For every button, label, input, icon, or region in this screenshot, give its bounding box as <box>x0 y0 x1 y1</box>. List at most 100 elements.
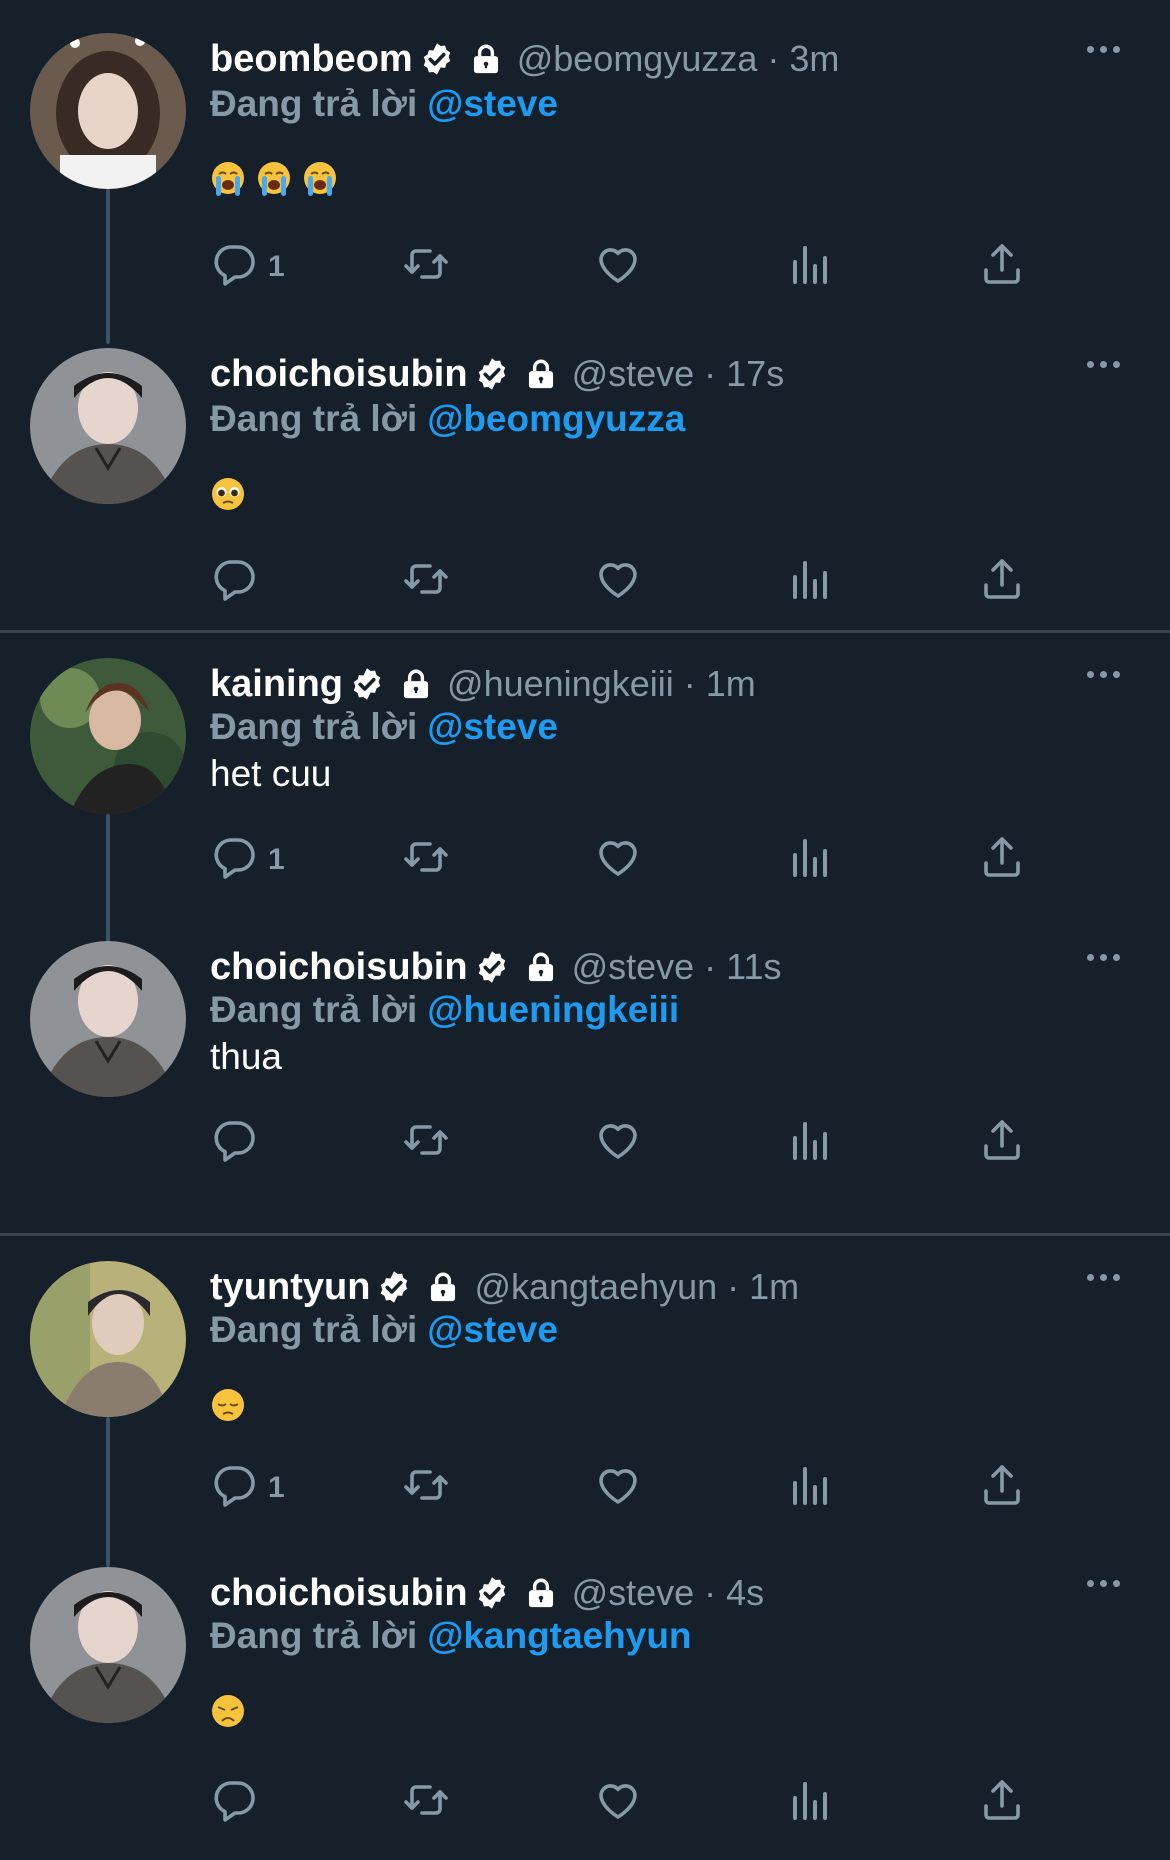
mention-link[interactable]: @steve <box>427 706 558 747</box>
more-options-icon[interactable] <box>1087 1580 1120 1587</box>
reply-count: 1 <box>268 1470 285 1504</box>
handle[interactable]: @steve <box>572 353 695 395</box>
retweet-icon <box>402 1461 450 1514</box>
tweet-emoji <box>210 475 246 513</box>
tweet-emoji <box>210 160 338 198</box>
views-button[interactable] <box>786 1461 834 1514</box>
reply-icon <box>210 1461 258 1514</box>
separator-dot: · <box>704 1572 717 1613</box>
avatar-kaining[interactable] <box>30 658 186 814</box>
views-button[interactable] <box>786 240 834 293</box>
views-button[interactable] <box>786 1776 834 1829</box>
reply-button[interactable]: 1 <box>210 833 285 886</box>
tweet[interactable]: choichoisubin @steve · 4s Đang trả lời @k… <box>0 1551 1170 1855</box>
lock-icon <box>524 950 558 984</box>
timestamp[interactable]: 3m <box>789 38 839 80</box>
display-name[interactable]: choichoisubin <box>210 1572 468 1615</box>
timestamp[interactable]: 1m <box>749 1266 799 1308</box>
tweet-text: thua <box>210 1036 283 1077</box>
views-icon <box>786 833 834 886</box>
replying-to: Đang trả lời @beomgyuzza <box>210 398 685 440</box>
separator-dot: · <box>683 663 696 704</box>
display-name[interactable]: choichoisubin <box>210 946 468 989</box>
views-button[interactable] <box>786 555 834 608</box>
views-icon <box>786 555 834 608</box>
handle[interactable]: @beomgyuzza <box>517 38 758 80</box>
like-button[interactable] <box>594 1461 642 1514</box>
separator-dot: · <box>704 946 717 987</box>
tweet[interactable]: choichoisubin @steve · 17s Đang trả lời @… <box>0 315 1170 630</box>
mention-link[interactable]: @beomgyuzza <box>427 398 685 439</box>
like-button[interactable] <box>594 240 642 293</box>
heart-icon <box>594 1776 642 1829</box>
share-button[interactable] <box>978 240 1026 293</box>
reply-button[interactable] <box>210 1116 268 1169</box>
more-options-icon[interactable] <box>1087 954 1120 961</box>
timestamp[interactable]: 4s <box>726 1572 764 1614</box>
share-button[interactable] <box>978 1461 1026 1514</box>
views-button[interactable] <box>786 833 834 886</box>
reply-button[interactable]: 1 <box>210 240 285 293</box>
separator-dot: · <box>704 353 717 394</box>
separator-dot: · <box>727 1266 740 1307</box>
mention-link[interactable]: @steve <box>427 1309 558 1350</box>
retweet-icon <box>402 1776 450 1829</box>
handle[interactable]: @steve <box>572 946 695 988</box>
handle[interactable]: @hueningkeiii <box>447 663 674 705</box>
retweet-button[interactable] <box>402 1461 450 1514</box>
like-button[interactable] <box>594 833 642 886</box>
replying-to: Đang trả lời @steve <box>210 83 558 125</box>
display-name[interactable]: tyuntyun <box>210 1266 370 1309</box>
timestamp[interactable]: 11s <box>726 946 781 988</box>
timestamp[interactable]: 1m <box>706 663 756 705</box>
replying-to-label: Đang trả lời <box>210 706 418 747</box>
avatar-tyuntyun[interactable] <box>30 1261 186 1417</box>
reply-icon <box>210 555 258 608</box>
share-button[interactable] <box>978 1776 1026 1829</box>
views-icon <box>786 1116 834 1169</box>
tweet-actions <box>210 1776 1040 1826</box>
pleading-face-emoji <box>212 478 244 510</box>
reply-button[interactable] <box>210 1776 268 1829</box>
avatar-beombeom[interactable] <box>30 33 186 189</box>
share-button[interactable] <box>978 1116 1026 1169</box>
handle[interactable]: @kangtaehyun <box>474 1266 717 1308</box>
share-button[interactable] <box>978 833 1026 886</box>
display-name[interactable]: beombeom <box>210 38 413 81</box>
pensive-face-emoji <box>212 1389 244 1421</box>
avatar-choichoisubin[interactable] <box>30 1567 186 1723</box>
retweet-button[interactable] <box>402 1116 450 1169</box>
like-button[interactable] <box>594 1776 642 1829</box>
more-options-icon[interactable] <box>1087 361 1120 368</box>
display-name[interactable]: kaining <box>210 663 343 706</box>
handle[interactable]: @steve <box>572 1572 695 1614</box>
share-button[interactable] <box>978 555 1026 608</box>
more-options-icon[interactable] <box>1087 46 1120 53</box>
tweet[interactable]: kaining @hueningkeiii · 1m Đang trả lời @… <box>0 633 1170 949</box>
display-name[interactable]: choichoisubin <box>210 353 468 396</box>
mention-link[interactable]: @kangtaehyun <box>427 1615 691 1656</box>
replying-to-label: Đang trả lời <box>210 398 418 439</box>
tweet[interactable]: tyuntyun @kangtaehyun · 1m Đang trả lời @… <box>0 1236 1170 1567</box>
like-button[interactable] <box>594 1116 642 1169</box>
more-options-icon[interactable] <box>1087 671 1120 678</box>
more-options-icon[interactable] <box>1087 1274 1120 1281</box>
mention-link[interactable]: @steve <box>427 83 558 124</box>
heart-icon <box>594 833 642 886</box>
avatar-choichoisubin[interactable] <box>30 348 186 504</box>
views-button[interactable] <box>786 1116 834 1169</box>
retweet-button[interactable] <box>402 1776 450 1829</box>
timestamp[interactable]: 17s <box>726 353 784 395</box>
like-button[interactable] <box>594 555 642 608</box>
tweet[interactable]: beombeom @beomgyuzza · 3m Đang trả lời @s… <box>0 0 1170 344</box>
avatar-choichoisubin[interactable] <box>30 941 186 1097</box>
mention-link[interactable]: @hueningkeiii <box>427 989 679 1030</box>
retweet-button[interactable] <box>402 833 450 886</box>
reply-button[interactable]: 1 <box>210 1461 285 1514</box>
reply-feed: beombeom @beomgyuzza · 3m Đang trả lời @s… <box>0 0 1170 1860</box>
tweet[interactable]: choichoisubin @steve · 11s Đang trả lời @… <box>0 933 1170 1233</box>
retweet-button[interactable] <box>402 555 450 608</box>
reply-button[interactable] <box>210 555 268 608</box>
retweet-button[interactable] <box>402 240 450 293</box>
crying-face-emoji <box>212 162 244 196</box>
